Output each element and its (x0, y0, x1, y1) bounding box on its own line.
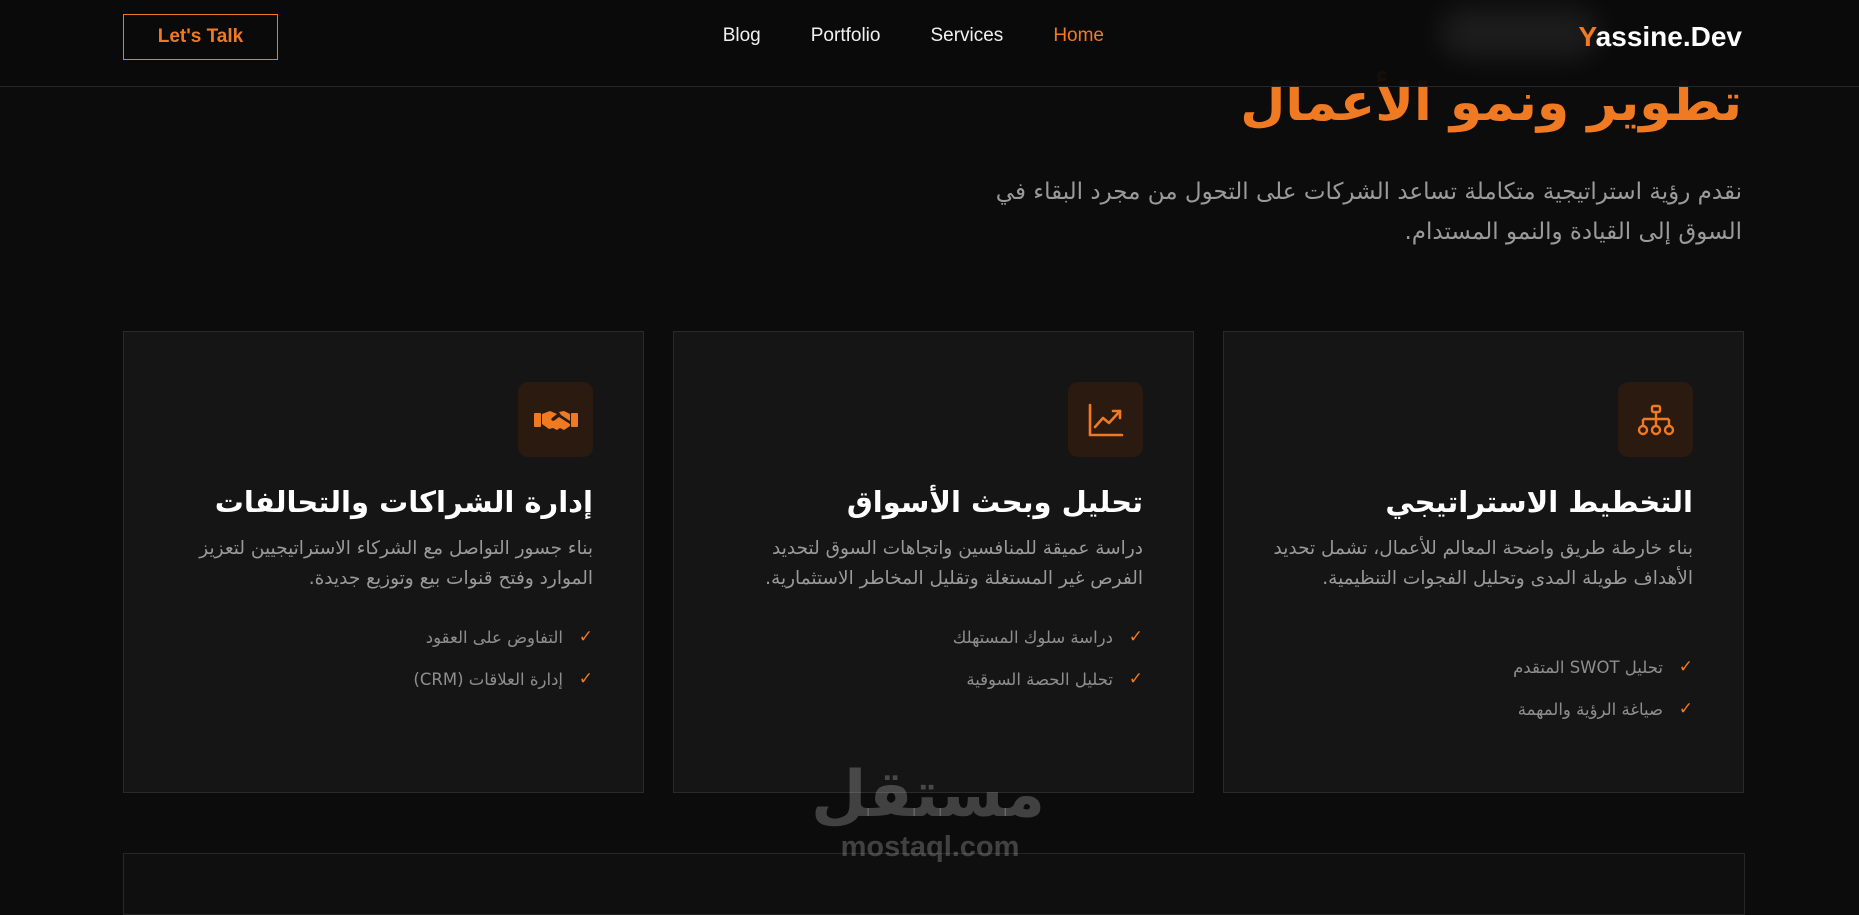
card-title: إدارة الشراكات والتحالفات (214, 485, 593, 519)
nav-services-link[interactable]: Services (930, 23, 1003, 49)
hero-subtitle: نقدم رؤية استراتيجية متكاملة تساعد الشرك… (995, 179, 1742, 245)
check-icon: ✓ (578, 627, 593, 647)
logo-initial: Y (1578, 21, 1596, 52)
card-feature-list: ✓ التفاوض على العقود ✓ إدارة العلاقات (CRM… (164, 616, 593, 700)
feature-item: ✓ إدارة العلاقات (CRM) (164, 658, 593, 700)
feature-item: ✓ دراسة سلوك المستهلك (714, 616, 1143, 658)
feature-item: ✓ صياغة الرؤية والمهمة (1264, 688, 1693, 730)
feature-item: ✓ تحليل الحصة السوقية (714, 658, 1143, 700)
chart-line-icon (1088, 403, 1123, 436)
lets-talk-button[interactable]: Let's Talk (123, 14, 278, 60)
logo-text: assine.Dev (1595, 21, 1742, 52)
feature-item: ✓ تحليل SWOT المتقدم (1264, 646, 1693, 688)
feature-label: تحليل الحصة السوقية (966, 669, 1113, 689)
card-feature-list: ✓ تحليل SWOT المتقدم ✓ صياغة الرؤية والمهم… (1264, 646, 1693, 730)
card-description: بناء خارطة طريق واضحة المعالم للأعمال، ت… (1273, 538, 1694, 589)
card-description: بناء جسور التواصل مع الشركاء الاستراتيجي… (199, 538, 593, 589)
handshake-icon (533, 410, 578, 430)
check-icon: ✓ (578, 669, 593, 689)
card-description: دراسة عميقة للمنافسين واتجاهات السوق لتح… (765, 538, 1143, 589)
nav-portfolio-link[interactable]: Portfolio (811, 23, 881, 49)
nav-home-link[interactable]: Home (1053, 23, 1104, 49)
card-title: تحليل وبحث الأسواق (846, 485, 1143, 519)
check-icon: ✓ (1128, 669, 1143, 689)
sitemap-icon (1637, 404, 1674, 435)
service-card-strategic-planning[interactable]: التخطيط الاستراتيجي بناء خارطة طريق واضح… (1223, 331, 1744, 793)
site-header: Let's Talk Home Services Portfolio Blog … (0, 0, 1859, 87)
card-icon-box (1618, 382, 1693, 457)
site-logo[interactable]: Yassine.Dev (1579, 20, 1742, 54)
feature-label: إدارة العلاقات (CRM) (413, 669, 563, 689)
service-card-partnerships[interactable]: إدارة الشراكات والتحالفات بناء جسور التو… (123, 331, 644, 793)
card-feature-list: ✓ دراسة سلوك المستهلك ✓ تحليل الحصة السوقي… (714, 616, 1143, 700)
feature-label: صياغة الرؤية والمهمة (1517, 699, 1663, 719)
check-icon: ✓ (1678, 699, 1693, 719)
check-icon: ✓ (1678, 657, 1693, 677)
next-section-card (123, 853, 1745, 915)
nav-blog-link[interactable]: Blog (723, 23, 761, 49)
card-icon-box (518, 382, 593, 457)
feature-label: دراسة سلوك المستهلك (952, 627, 1113, 647)
card-icon-box (1068, 382, 1143, 457)
service-card-market-research[interactable]: تحليل وبحث الأسواق دراسة عميقة للمنافسين… (673, 331, 1194, 793)
card-title: التخطيط الاستراتيجي (1385, 485, 1693, 519)
main-nav: Home Services Portfolio Blog (723, 23, 1104, 49)
feature-label: تحليل SWOT المتقدم (1513, 657, 1663, 677)
header-glow-decoration (1439, 8, 1599, 58)
feature-label: التفاوض على العقود (425, 627, 563, 647)
feature-item: ✓ التفاوض على العقود (164, 616, 593, 658)
check-icon: ✓ (1128, 627, 1143, 647)
